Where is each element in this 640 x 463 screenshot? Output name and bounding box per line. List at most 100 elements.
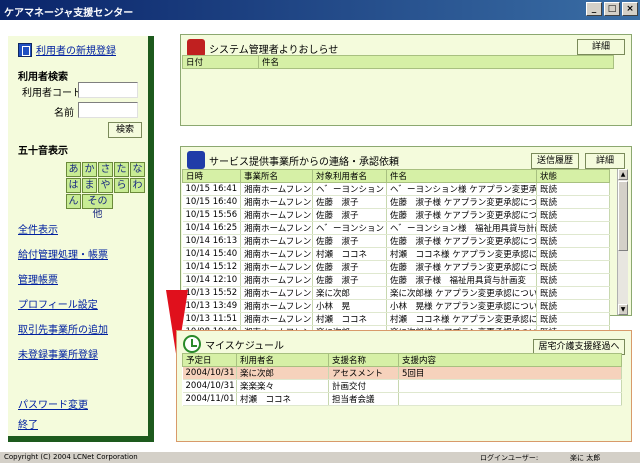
- schedule-title: マイスケジュール: [183, 335, 284, 353]
- schedule-row[interactable]: 2004/10/31 楽に次郎 アセスメント 5回目: [182, 366, 622, 380]
- name-label: 名前: [54, 108, 74, 119]
- col-header-user-name[interactable]: 利用者名: [236, 353, 329, 367]
- name-input[interactable]: [78, 102, 138, 118]
- sidebar-item-profile[interactable]: プロフィール設定: [18, 293, 108, 318]
- kana-ka[interactable]: か: [82, 162, 97, 177]
- scroll-thumb[interactable]: [618, 181, 628, 251]
- service-row[interactable]: 10/13 13:49 湘南ホームフレンド 小林 晃小林 晃様 ケアプラン変更承認に…: [182, 299, 610, 313]
- kana-na[interactable]: な: [130, 162, 145, 177]
- kana-heading: 五十音表示: [18, 146, 68, 157]
- kana-ra[interactable]: ら: [114, 178, 129, 193]
- sidebar-item-all[interactable]: 全件表示: [18, 218, 108, 243]
- service-cell: 湘南ホームフレンド: [240, 247, 313, 261]
- service-cell: 10/15 15:56: [182, 208, 241, 222]
- service-scrollbar[interactable]: ▲ ▼: [617, 169, 628, 315]
- service-cell: 10/14 15:12: [182, 260, 241, 274]
- kana-ta[interactable]: た: [114, 162, 129, 177]
- col-header-support-name[interactable]: 支援名称: [328, 353, 399, 367]
- service-row[interactable]: 10/14 15:12 湘南ホームフレンド 佐藤 淑子 佐藤 淑子様 ケアプラン変更承…: [182, 260, 610, 274]
- service-message-panel: サービス提供事業所からの連絡・承認依頼 送信履歴 詳細 日時 事業所名 対象利用…: [180, 146, 632, 339]
- kana-ma[interactable]: ま: [82, 178, 97, 193]
- sidebar-item-register-office[interactable]: 未登録事業所登録: [18, 343, 108, 368]
- notebook-icon: [187, 151, 205, 169]
- col-header-status[interactable]: 状態: [536, 169, 610, 183]
- col-header-subject[interactable]: 件名: [386, 169, 537, 183]
- sidebar: 利用者の新規登録 利用者検索 利用者コード 名前 検索 五十音表示 あ か さ …: [8, 36, 154, 442]
- schedule-cell: 5回目: [398, 366, 622, 380]
- search-button[interactable]: 検索: [108, 122, 142, 138]
- service-cell: 佐藤 淑子様 ケアプラン変更承認につ: [386, 234, 537, 248]
- service-row[interactable]: 10/14 16:13 湘南ホームフレンド 佐藤 淑子 佐藤 淑子様 ケアプラン変更承…: [182, 234, 610, 248]
- service-cell: 10/14 16:25: [182, 221, 241, 235]
- admin-detail-button[interactable]: 詳細: [577, 39, 625, 55]
- service-cell: 湘南ホームフレンド: [240, 273, 313, 287]
- window-titlebar: ケアマネージャ支援センター _ □ ×: [0, 0, 640, 20]
- service-row[interactable]: 10/13 15:52 湘南ホームフレンド 楽に次郎 楽に次郎様 ケアプラン変更承認に…: [182, 286, 610, 300]
- schedule-cell: 楽に次郎: [236, 366, 329, 380]
- schedule-table: 予定日 利用者名 支援名称 支援内容 2004/10/31 楽に次郎 アセスメント 5…: [182, 353, 622, 406]
- service-row[interactable]: 10/15 16:40 湘南ホームフレンド 佐藤 淑子 佐藤 淑子様 ケアプラン変更承…: [182, 195, 610, 209]
- service-cell: 村瀬 ココネ様 ケアプラン変更承認につ: [386, 312, 537, 326]
- close-icon[interactable]: ×: [622, 2, 638, 16]
- col-header-target-user[interactable]: 対象利用者名: [312, 169, 387, 183]
- kana-sa[interactable]: さ: [98, 162, 113, 177]
- schedule-cell: [398, 379, 622, 393]
- exit-link[interactable]: 終了: [18, 416, 88, 436]
- service-cell: 既読: [536, 234, 610, 248]
- col-header-subject[interactable]: 件名: [258, 55, 614, 69]
- service-cell: 湘南ホームフレンド: [240, 260, 313, 274]
- schedule-cell: アセスメント: [328, 366, 399, 380]
- kana-ha[interactable]: は: [66, 178, 81, 193]
- schedule-cell: 担当者会議: [328, 392, 399, 406]
- schedule-row[interactable]: 2004/11/01 村瀬 ココネ 担当者会議: [182, 392, 622, 406]
- col-header-datetime[interactable]: 日時: [182, 169, 241, 183]
- sidebar-item-add-partner[interactable]: 取引先事業所の追加: [18, 318, 108, 343]
- service-row[interactable]: 10/14 16:25 湘南ホームフレンド ヘ゛ーヨンション ヘ゛ーヨンション様 福祉…: [182, 221, 610, 235]
- col-header-support-content[interactable]: 支援内容: [398, 353, 622, 367]
- schedule-cell: [398, 392, 622, 406]
- password-link[interactable]: パスワード変更: [18, 396, 88, 416]
- service-row[interactable]: 10/13 11:51 湘南ホームフレンド 村瀬 ココネ 村瀬 ココネ様 ケアプラン変…: [182, 312, 610, 326]
- col-header-date[interactable]: 日付: [182, 55, 259, 69]
- service-cell: 既読: [536, 208, 610, 222]
- service-cell: 村瀬 ココネ様 ケアプラン変更承認につ: [386, 247, 537, 261]
- sidebar-item-billing[interactable]: 給付管理処理・帳票: [18, 243, 108, 268]
- service-cell: ヘ゛ーヨンション: [312, 221, 387, 235]
- service-cell: 佐藤 淑子: [312, 208, 387, 222]
- service-row[interactable]: 10/15 15:56 湘南ホームフレンド 佐藤 淑子 佐藤 淑子様 ケアプラン変更承…: [182, 208, 610, 222]
- service-cell: 湘南ホームフレンド: [240, 234, 313, 248]
- kana-wa[interactable]: わ: [130, 178, 145, 193]
- service-row[interactable]: 10/14 15:40 湘南ホームフレンド 村瀬 ココネ 村瀬 ココネ様 ケアプラン変…: [182, 247, 610, 261]
- service-cell: 10/13 13:49: [182, 299, 241, 313]
- sidebar-item-reports[interactable]: 管理帳票: [18, 268, 108, 293]
- new-user-link-row[interactable]: 利用者の新規登録: [18, 42, 116, 57]
- schedule-row[interactable]: 2004/10/31 楽楽楽々 計画交付: [182, 379, 622, 393]
- service-row[interactable]: 10/15 16:41 湘南ホームフレンド ヘ゛ーヨンション ヘ゛ーヨンション様 ケア…: [182, 182, 610, 196]
- minimize-icon[interactable]: _: [586, 2, 602, 16]
- service-cell: 10/15 16:40: [182, 195, 241, 209]
- col-header-scheduled-date[interactable]: 予定日: [182, 353, 237, 367]
- service-message-table: 日時 事業所名 対象利用者名 件名 状態 10/15 16:41 湘南ホームフレン…: [182, 169, 610, 339]
- col-header-office[interactable]: 事業所名: [240, 169, 313, 183]
- scroll-down-icon[interactable]: ▼: [618, 304, 628, 315]
- kana-ya[interactable]: や: [98, 178, 113, 193]
- service-row[interactable]: 10/14 12:10 湘南ホームフレンド 佐藤 淑子 佐藤 淑子様 福祉用具貸与計画…: [182, 273, 610, 287]
- service-detail-button[interactable]: 詳細: [585, 153, 625, 169]
- maximize-icon[interactable]: □: [604, 2, 620, 16]
- send-history-button[interactable]: 送信履歴: [531, 153, 579, 169]
- user-add-icon: [18, 42, 32, 57]
- kana-grid: あ か さ た な は ま や ら わ ん その他: [66, 162, 145, 220]
- code-input[interactable]: [78, 82, 138, 98]
- service-cell: 佐藤 淑子様 福祉用具貸与計画変: [386, 273, 537, 287]
- new-user-link[interactable]: 利用者の新規登録: [36, 42, 116, 57]
- kana-n[interactable]: ん: [66, 194, 81, 209]
- scroll-up-icon[interactable]: ▲: [618, 169, 628, 180]
- service-cell: 既読: [536, 286, 610, 300]
- kana-other[interactable]: その他: [82, 194, 113, 220]
- service-cell: 湘南ホームフレンド: [240, 221, 313, 235]
- kana-a[interactable]: あ: [66, 162, 81, 177]
- schedule-cell: 2004/10/31: [182, 366, 237, 380]
- service-cell: 湘南ホームフレンド: [240, 286, 313, 300]
- schedule-cell: 2004/10/31: [182, 379, 237, 393]
- service-cell: 佐藤 淑子様 ケアプラン変更承認につ: [386, 260, 537, 274]
